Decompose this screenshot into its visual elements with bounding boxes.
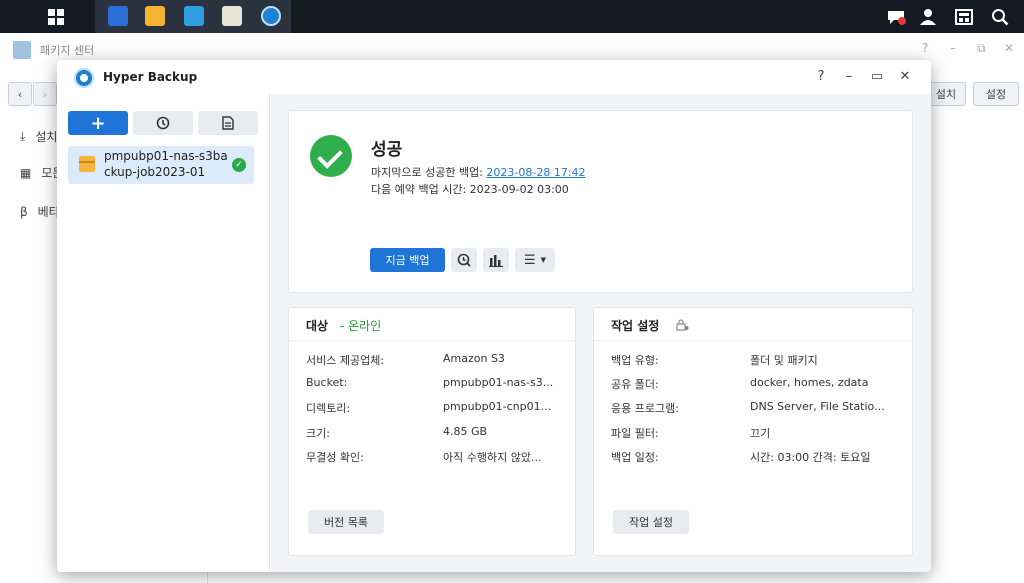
target-row-value: pmpubp01-cnp01... <box>443 400 552 413</box>
bar-chart-icon <box>489 255 503 267</box>
minimize-icon[interactable]: – <box>950 41 956 55</box>
task-name: pmpubp01-nas-s3backup-job2023-01 <box>104 149 228 179</box>
setting-row-label: 백업 유형: <box>611 354 659 367</box>
close-icon[interactable]: ✕ <box>1004 41 1014 55</box>
status-card: 성공 마지막으로 성공한 백업: 2023-08-28 17:42 다음 예약 … <box>288 110 913 293</box>
setting-row-label: 백업 일정: <box>611 451 659 464</box>
package-box-icon <box>79 156 95 172</box>
target-row-value: pmpubp01-nas-s3... <box>443 376 554 389</box>
hyper-backup-icon[interactable] <box>261 6 281 26</box>
help-icon[interactable]: ? <box>813 69 829 84</box>
target-online-status: - 온라인 <box>340 319 382 333</box>
target-row-label: 디렉토리: <box>306 402 351 415</box>
file-station-icon[interactable] <box>145 6 165 26</box>
backup-task-item[interactable]: pmpubp01-nas-s3backup-job2023-01 ✓ <box>68 146 254 184</box>
clock-search-icon <box>457 253 471 267</box>
last-success-line: 마지막으로 성공한 백업: 2023-08-28 17:42 <box>371 166 586 179</box>
install-button[interactable]: 설치 <box>926 82 966 106</box>
setting-row-value: docker, homes, zdata <box>750 376 869 389</box>
task-settings-title: 작업 설정 <box>611 319 660 333</box>
apps-grid-icon[interactable] <box>36 0 76 33</box>
backup-now-button[interactable]: 지금 백업 <box>370 248 445 272</box>
more-menu-button[interactable]: ☰ ▼ <box>515 248 555 272</box>
help-icon[interactable]: ? <box>922 41 928 55</box>
next-backup-line: 다음 예약 백업 시간: 2023-09-02 03:00 <box>371 183 569 196</box>
setting-row-label: 응용 프로그램: <box>611 402 679 415</box>
widgets-icon[interactable] <box>948 0 980 33</box>
version-explorer-button[interactable] <box>451 248 477 272</box>
restore-icon[interactable]: ⧉ <box>977 41 986 56</box>
target-row-value: Amazon S3 <box>443 352 505 365</box>
hyper-backup-logo-icon <box>74 68 94 88</box>
grid-icon: ▦ <box>20 165 32 180</box>
target-title: 대상 <box>306 319 329 333</box>
target-card: 대상 - 온라인 서비스 제공업체: Amazon S3 Bucket: pmp… <box>288 307 576 556</box>
package-center-title: 패키지 센터 <box>40 44 95 57</box>
window-title: Hyper Backup <box>103 70 198 84</box>
package-center-icon[interactable] <box>108 6 128 26</box>
taskbar <box>0 0 1024 33</box>
task-settings-header: 작업 설정 <box>594 308 912 341</box>
setting-row-value: DNS Server, File Statio... <box>750 400 885 413</box>
status-title: 성공 <box>371 140 403 160</box>
history-icon <box>156 116 170 130</box>
statistics-button[interactable] <box>483 248 509 272</box>
add-task-button[interactable]: + <box>68 111 128 135</box>
restore-history-button[interactable] <box>133 111 193 135</box>
success-check-icon: ✓ <box>232 158 246 172</box>
last-success-link[interactable]: 2023-08-28 17:42 <box>486 166 585 179</box>
download-icon: ⤓ <box>20 129 26 143</box>
setting-row-value: 끄기 <box>750 427 771 440</box>
minimize-icon[interactable]: – <box>841 69 857 84</box>
target-row-label: 무결성 확인: <box>306 451 364 464</box>
maximize-icon[interactable]: ▭ <box>869 69 885 84</box>
menu-icon: ☰ <box>523 252 536 268</box>
nav-item-installed[interactable]: ⤓ 설치 <box>20 128 57 145</box>
target-row-label: Bucket: <box>306 376 348 389</box>
setting-row-value: 폴더 및 패키지 <box>750 354 818 367</box>
version-list-button[interactable]: 버전 목록 <box>308 510 384 534</box>
storage-icon[interactable] <box>222 6 242 26</box>
beta-icon: β <box>20 204 28 219</box>
target-row-value: 4.85 GB <box>443 425 488 438</box>
task-settings-card: 작업 설정 백업 유형: 폴더 및 패키지 공유 폴더: docker, hom… <box>593 307 913 556</box>
chevron-down-icon: ▼ <box>540 256 547 264</box>
target-row-label: 서비스 제공업체: <box>306 354 385 367</box>
nav-item-beta[interactable]: β 베타 <box>20 203 60 220</box>
notifications-icon[interactable] <box>880 0 912 33</box>
setting-row-label: 공유 폴더: <box>611 378 659 391</box>
back-button[interactable]: ‹ <box>8 82 32 106</box>
target-row-value: 아직 수행하지 않았... <box>443 451 542 464</box>
window-header: Hyper Backup ? – ▭ ✕ <box>57 60 931 94</box>
hyper-backup-window: Hyper Backup ? – ▭ ✕ + pmpubp01-nas-s3ba… <box>57 60 931 572</box>
target-row-label: 크기: <box>306 427 330 440</box>
package-center-logo-icon <box>13 41 31 59</box>
setting-row-value: 시간: 03:00 간격: 토요일 <box>750 451 871 464</box>
sidebar: + pmpubp01-nas-s3backup-job2023-01 ✓ <box>57 94 270 572</box>
forward-button[interactable]: › <box>33 82 57 106</box>
task-settings-button[interactable]: 작업 설정 <box>613 510 689 534</box>
log-icon <box>222 116 234 130</box>
success-status-icon <box>310 135 352 177</box>
main-panel: 성공 마지막으로 성공한 백업: 2023-08-28 17:42 다음 예약 … <box>271 94 931 572</box>
target-card-header: 대상 - 온라인 <box>289 308 575 341</box>
lock-settings-icon <box>676 319 689 331</box>
download-station-icon[interactable] <box>184 6 204 26</box>
settings-button[interactable]: 설정 <box>973 82 1019 106</box>
setting-row-label: 파일 필터: <box>611 427 659 440</box>
search-icon[interactable] <box>984 0 1016 33</box>
close-icon[interactable]: ✕ <box>897 69 913 84</box>
log-button[interactable] <box>198 111 258 135</box>
user-icon[interactable] <box>912 0 944 33</box>
